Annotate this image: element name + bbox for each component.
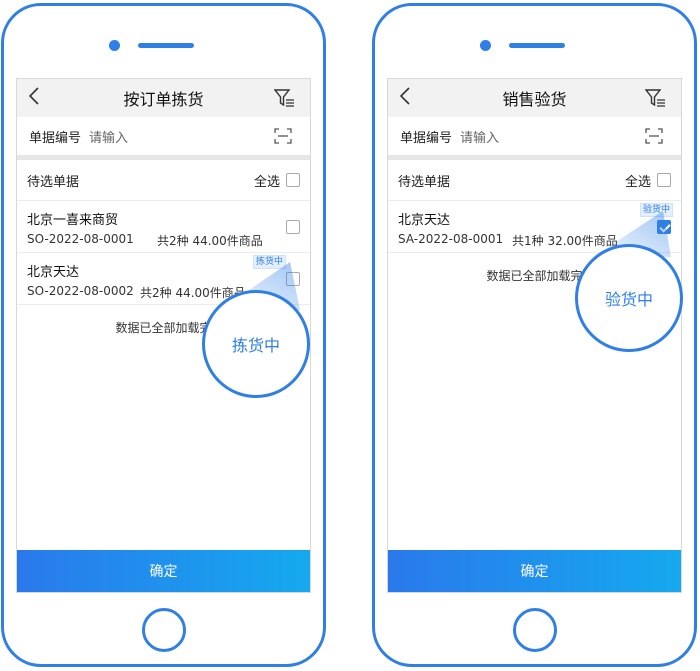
select-all-toggle[interactable]: 全选 bbox=[625, 171, 671, 190]
order-code: SO-2022-08-0002 bbox=[27, 284, 134, 298]
pending-orders-header: 待选单据 全选 bbox=[17, 160, 310, 201]
select-all-label: 全选 bbox=[624, 174, 651, 190]
order-summary: 共2种 44.00件商品 bbox=[157, 234, 263, 248]
camera-dot bbox=[480, 40, 491, 51]
order-row[interactable]: 北京一喜来商贸 SO-2022-08-0001 共2种 44.00件商品 bbox=[17, 201, 310, 253]
home-button bbox=[142, 608, 186, 652]
status-callout-magnifier: 拣货中 bbox=[202, 290, 310, 398]
select-all-toggle[interactable]: 全选 bbox=[254, 171, 300, 190]
pending-orders-label: 待选单据 bbox=[27, 174, 80, 190]
order-number-label: 单据编号 bbox=[29, 130, 82, 146]
confirm-button[interactable]: 确定 bbox=[17, 550, 310, 592]
title-bar: 销售验货 bbox=[388, 79, 681, 117]
page-title: 按订单拣货 bbox=[123, 90, 204, 109]
speaker-slot bbox=[138, 43, 194, 48]
pending-orders-label: 待选单据 bbox=[398, 174, 451, 190]
confirm-button[interactable]: 确定 bbox=[388, 550, 681, 592]
speaker-slot bbox=[509, 43, 565, 48]
home-button bbox=[513, 608, 557, 652]
order-number-input[interactable]: 请输入 bbox=[460, 127, 499, 146]
order-customer: 北京天达 bbox=[398, 213, 451, 228]
filter-icon[interactable] bbox=[274, 88, 296, 108]
title-bar: 按订单拣货 bbox=[17, 79, 310, 117]
filter-icon[interactable] bbox=[645, 88, 667, 108]
search-row[interactable]: 单据编号 请输入 bbox=[17, 117, 310, 160]
page-title: 销售验货 bbox=[502, 90, 567, 109]
scan-icon[interactable] bbox=[645, 128, 663, 144]
back-chevron-icon[interactable] bbox=[400, 87, 410, 105]
select-all-checkbox[interactable] bbox=[286, 173, 300, 187]
order-code: SA-2022-08-0001 bbox=[398, 232, 504, 246]
back-chevron-icon[interactable] bbox=[29, 87, 39, 105]
order-customer: 北京天达 bbox=[27, 265, 80, 280]
order-checkbox[interactable] bbox=[286, 220, 300, 234]
scan-icon[interactable] bbox=[274, 128, 292, 144]
order-code: SO-2022-08-0001 bbox=[27, 232, 134, 246]
order-number-label: 单据编号 bbox=[400, 130, 453, 146]
camera-dot bbox=[109, 40, 120, 51]
select-all-checkbox[interactable] bbox=[657, 173, 671, 187]
select-all-label: 全选 bbox=[253, 174, 280, 190]
order-number-input[interactable]: 请输入 bbox=[89, 127, 128, 146]
pending-orders-header: 待选单据 全选 bbox=[388, 160, 681, 201]
search-row[interactable]: 单据编号 请输入 bbox=[388, 117, 681, 160]
status-callout-magnifier: 验货中 bbox=[575, 244, 683, 352]
order-customer: 北京一喜来商贸 bbox=[27, 213, 119, 228]
